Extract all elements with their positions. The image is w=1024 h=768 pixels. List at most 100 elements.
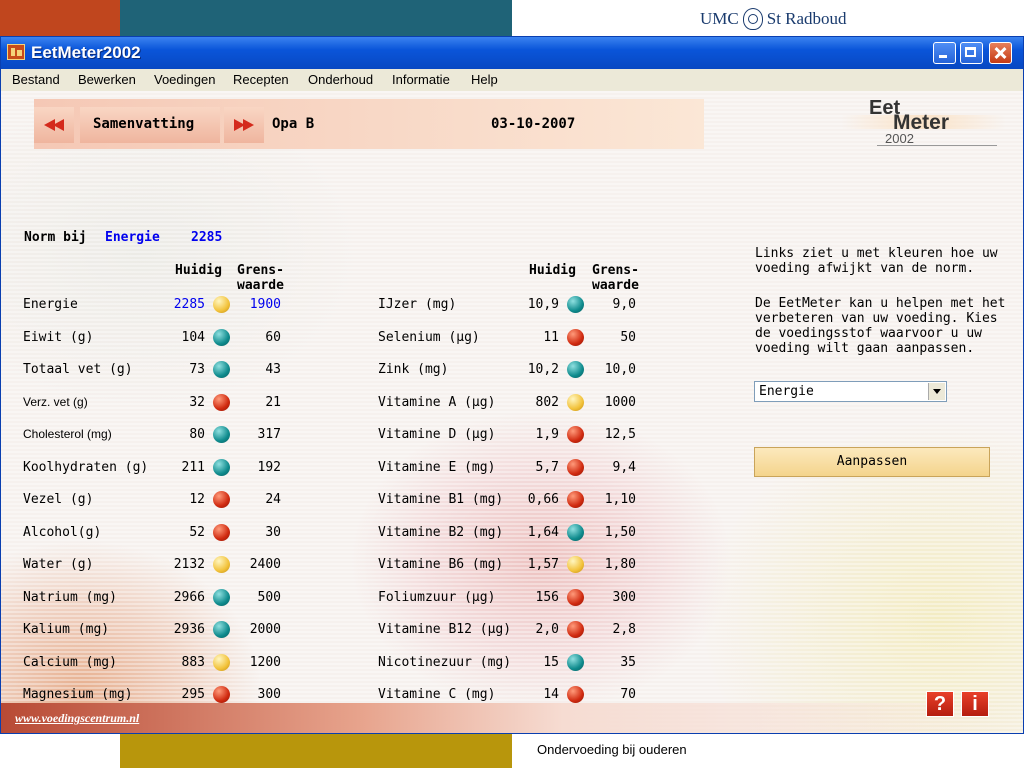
umc-logo: UMC St Radboud: [700, 8, 847, 30]
nutrient-name: Vitamine C (mg): [378, 687, 496, 702]
current-value: 156: [535, 590, 559, 605]
limit-value: 9,0: [612, 297, 636, 312]
nutrient-name: Vitamine B6 (mg): [378, 557, 504, 572]
status-indicator-icon: [213, 654, 230, 671]
nutrient-name: Water (g): [23, 557, 94, 572]
slide-caption: Ondervoeding bij ouderen: [537, 742, 687, 757]
nutrient-name: Magnesium (mg): [23, 687, 133, 702]
current-value: 883: [181, 655, 205, 670]
current-value: 14: [543, 687, 559, 702]
next-button[interactable]: [224, 107, 264, 143]
status-indicator-icon: [567, 654, 584, 671]
current-value: 1,57: [527, 557, 559, 572]
current-value: 1,64: [527, 525, 559, 540]
help-button[interactable]: ?: [926, 691, 954, 717]
current-value: 211: [181, 460, 205, 475]
nutrient-name: Natrium (mg): [23, 590, 117, 605]
current-value: 52: [189, 525, 205, 540]
eetmeter-window: EetMeter2002 Bestand Bewerken Voedingen …: [0, 36, 1024, 734]
left-header-limit-line1: Grens-: [237, 263, 284, 278]
menu-recepten[interactable]: Recepten: [233, 72, 289, 87]
right-header-limit-line1: Grens-: [592, 263, 639, 278]
limit-value: 1,10: [604, 492, 636, 507]
status-indicator-icon: [213, 686, 230, 703]
umc-logo-right-text: St Radboud: [766, 9, 847, 28]
current-value: 2966: [173, 590, 205, 605]
current-value: 2,0: [535, 622, 559, 637]
limit-value: 70: [620, 687, 636, 702]
menu-bewerken[interactable]: Bewerken: [78, 72, 136, 87]
left-header-limit-line2: waarde: [237, 278, 284, 293]
current-value: 32: [189, 395, 205, 410]
nutrient-name: Zink (mg): [378, 362, 449, 377]
title-bar: EetMeter2002: [1, 37, 1023, 69]
adjust-button[interactable]: Aanpassen: [754, 447, 990, 477]
menu-voedingen[interactable]: Voedingen: [154, 72, 215, 87]
status-indicator-icon: [213, 329, 230, 346]
info-text-2: De EetMeter kan u helpen met het verbete…: [755, 296, 1006, 356]
status-indicator-icon: [567, 296, 584, 313]
slide-accent-gold: [120, 734, 512, 768]
previous-button[interactable]: [34, 107, 74, 143]
current-value: 104: [181, 330, 205, 345]
status-indicator-icon: [567, 621, 584, 638]
menu-bestand[interactable]: Bestand: [12, 72, 60, 87]
seal-icon: [742, 8, 763, 30]
info-text-1: Links ziet u met kleuren hoe uw voeding …: [755, 246, 998, 276]
app-icon[interactable]: [7, 44, 25, 60]
status-indicator-icon: [213, 459, 230, 476]
limit-value: 1,80: [604, 557, 636, 572]
status-indicator-icon: [213, 589, 230, 606]
current-value: 0,66: [527, 492, 559, 507]
info-button[interactable]: i: [961, 691, 989, 717]
nutrient-name: Vitamine B12 (µg): [378, 622, 512, 637]
menu-help[interactable]: Help: [471, 72, 498, 87]
limit-value: 300: [257, 687, 281, 702]
limit-value: 317: [257, 427, 281, 442]
status-indicator-icon: [567, 686, 584, 703]
current-value: 2285: [173, 297, 205, 312]
status-indicator-icon: [213, 394, 230, 411]
section-button[interactable]: Samenvatting: [80, 107, 220, 143]
minimize-button[interactable]: [933, 42, 956, 64]
limit-value: 50: [620, 330, 636, 345]
nutrient-name: IJzer (mg): [378, 297, 457, 312]
current-value: 2936: [173, 622, 205, 637]
status-indicator-icon: [567, 524, 584, 541]
nutrient-name: Verz. vet (g): [23, 395, 88, 409]
nutrient-name: Vitamine D (µg): [378, 427, 496, 442]
nutrient-name: Vitamine E (mg): [378, 460, 496, 475]
limit-value: 1200: [249, 655, 281, 670]
main-content: Samenvatting Opa B 03-10-2007 Eet Meter …: [1, 91, 1023, 733]
limit-value: 43: [265, 362, 281, 377]
status-indicator-icon: [567, 329, 584, 346]
limit-value: 300: [612, 590, 636, 605]
status-indicator-icon: [213, 524, 230, 541]
limit-value: 1000: [604, 395, 636, 410]
maximize-button[interactable]: [960, 42, 983, 64]
status-indicator-icon: [213, 426, 230, 443]
website-link[interactable]: www.voedingscentrum.nl: [15, 711, 139, 726]
close-button[interactable]: [989, 42, 1012, 64]
logo-year: 2002: [885, 131, 914, 146]
chevron-down-icon[interactable]: [928, 383, 945, 400]
slide-accent-teal: [120, 0, 512, 36]
nutrient-name: Koolhydraten (g): [23, 460, 149, 475]
status-indicator-icon: [567, 556, 584, 573]
current-value: 80: [189, 427, 205, 442]
menu-informatie[interactable]: Informatie: [392, 72, 450, 87]
eetmeter-logo: Eet Meter 2002: [841, 97, 1006, 157]
limit-value: 2000: [249, 622, 281, 637]
limit-value: 2,8: [612, 622, 636, 637]
nutrient-select[interactable]: Energie: [754, 381, 947, 402]
status-indicator-icon: [213, 296, 230, 313]
menu-onderhoud[interactable]: Onderhoud: [308, 72, 373, 87]
limit-value: 9,4: [612, 460, 636, 475]
right-header-limit-line2: waarde: [592, 278, 639, 293]
current-value: 10,2: [527, 362, 559, 377]
nutrient-name: Eiwit (g): [23, 330, 94, 345]
current-value: 12: [189, 492, 205, 507]
status-indicator-icon: [567, 589, 584, 606]
status-indicator-icon: [213, 556, 230, 573]
nutrient-name: Selenium (µg): [378, 330, 480, 345]
